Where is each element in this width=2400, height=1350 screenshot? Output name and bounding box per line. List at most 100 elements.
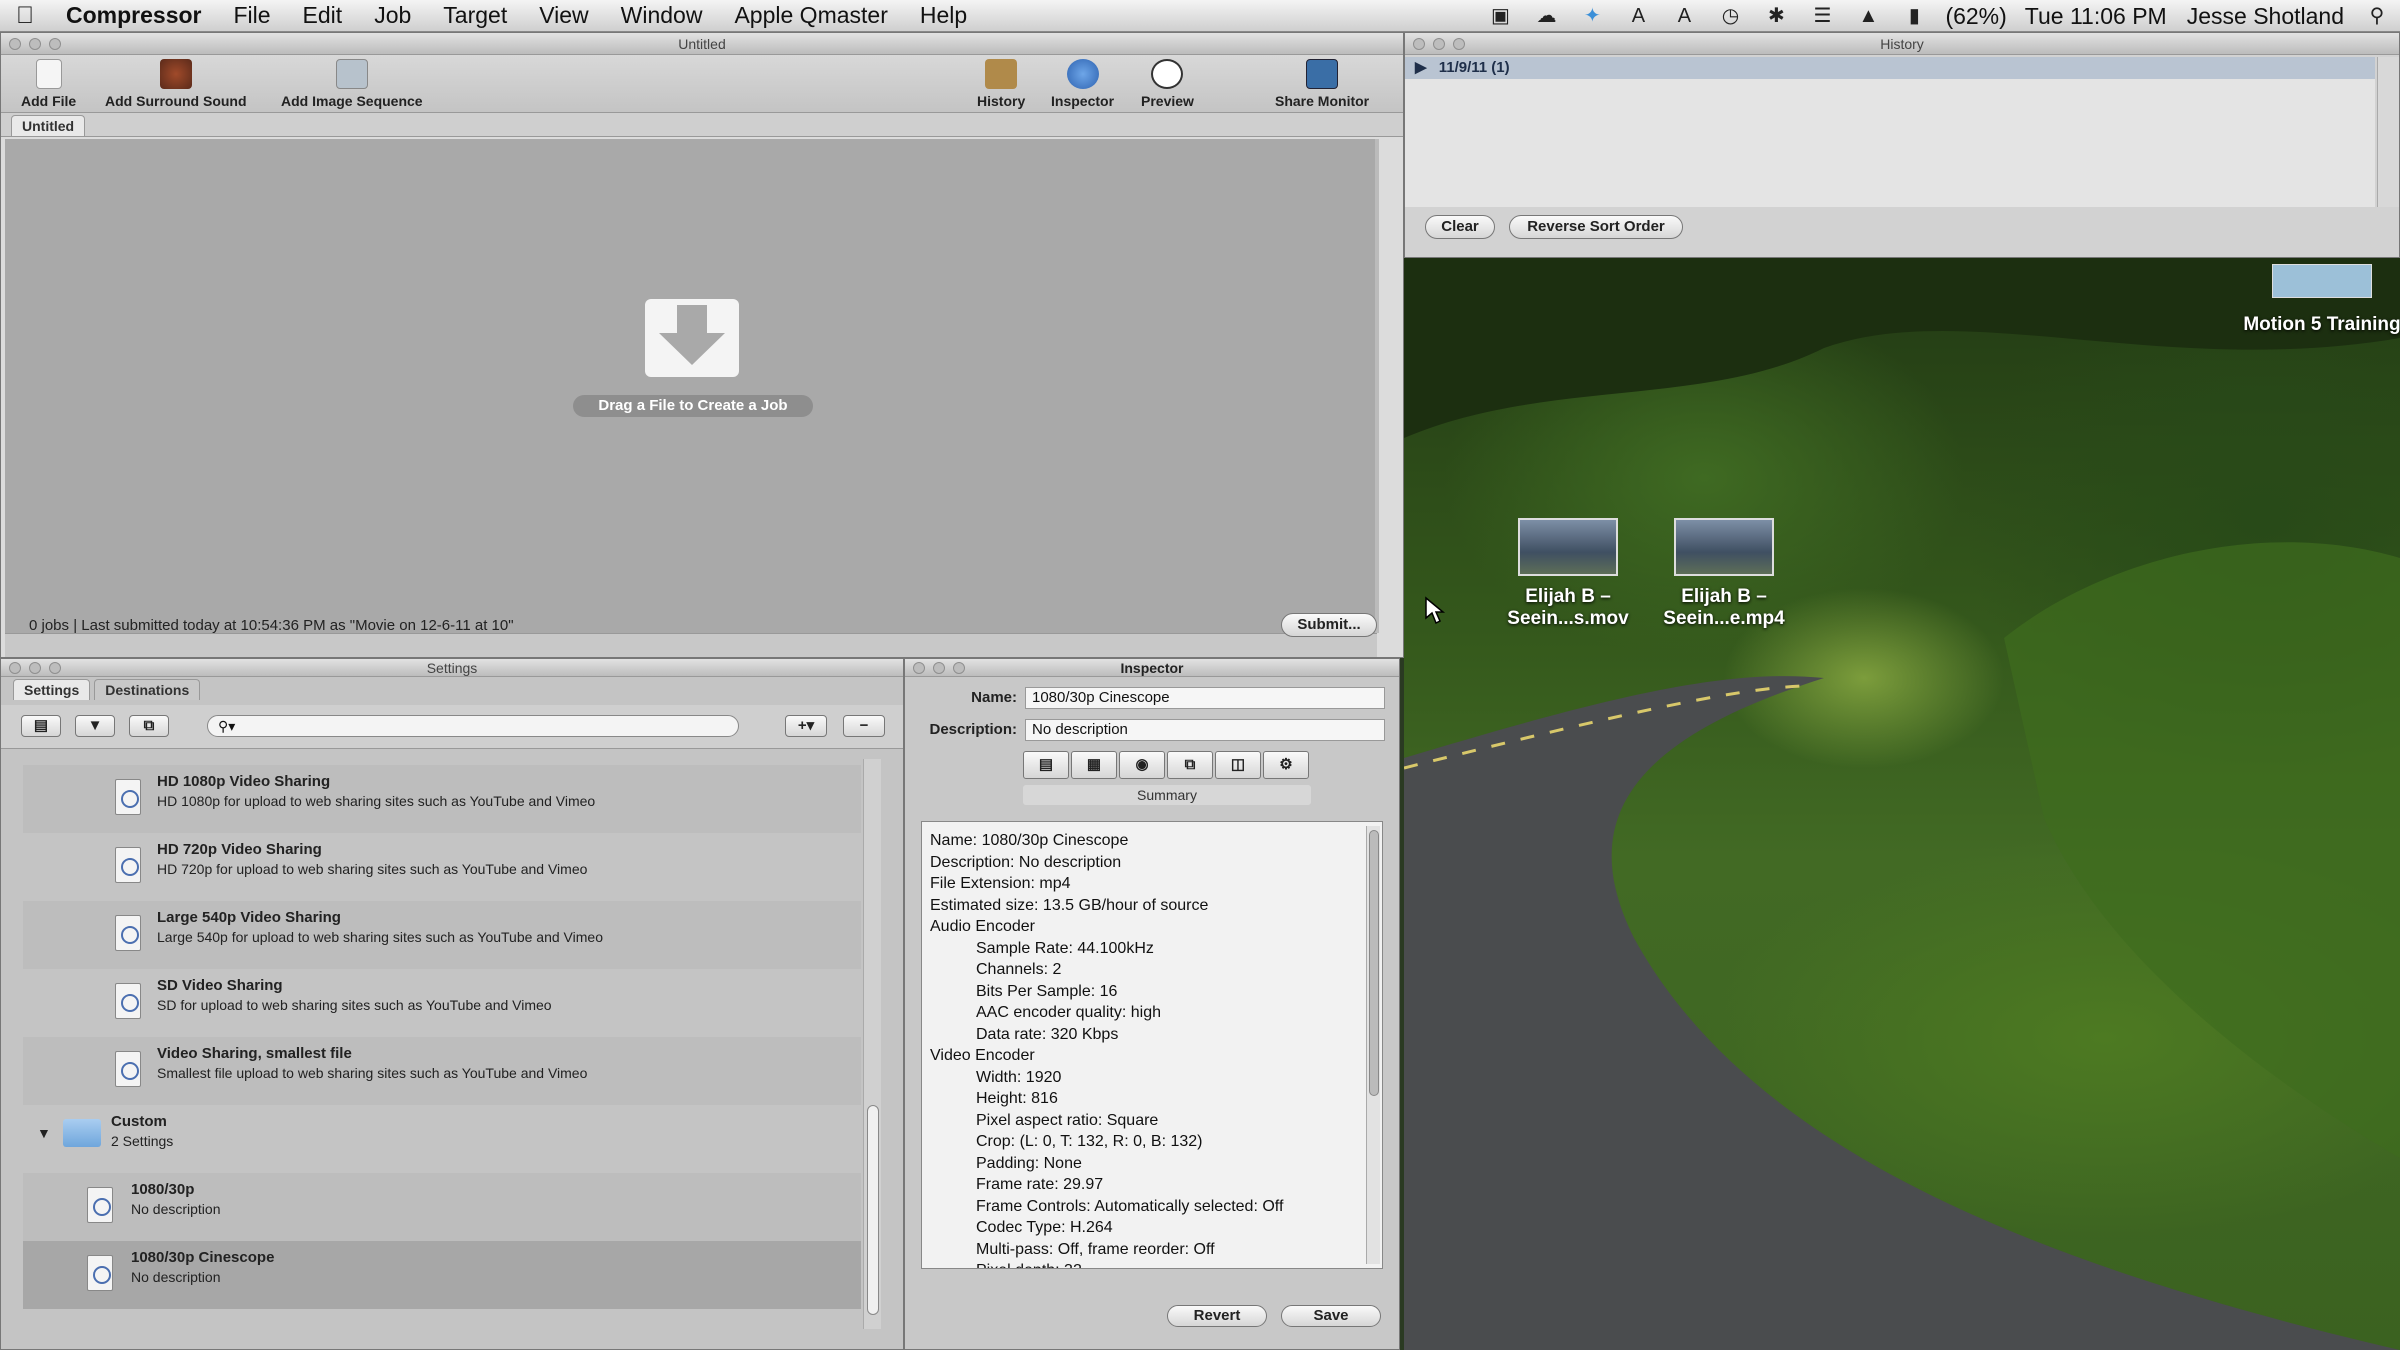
save-button[interactable]: Save [1281, 1305, 1381, 1327]
volume-icon[interactable]: ▲ [1853, 5, 1883, 27]
remove-setting-button[interactable]: − [843, 715, 885, 737]
batch-area[interactable]: Drag a File to Create a Job [5, 139, 1379, 633]
menu-view[interactable]: View [523, 2, 604, 29]
desktop-file-mov[interactable]: Elijah B – Seein...s.mov [1488, 518, 1648, 630]
revert-button[interactable]: Revert [1167, 1305, 1267, 1327]
cloud-icon[interactable]: ☁ [1531, 5, 1561, 27]
settings-scrollbar[interactable] [863, 759, 881, 1329]
wifi-icon[interactable]: ☰ [1807, 5, 1837, 27]
desktop-file-mp4[interactable]: Elijah B – Seein...e.mp4 [1644, 518, 1804, 630]
preview-button[interactable]: Preview [1141, 59, 1194, 109]
list-item[interactable]: Video Sharing, smallest file Smallest fi… [23, 1037, 861, 1105]
menu-edit[interactable]: Edit [287, 2, 359, 29]
add-surround-sound-button[interactable]: Add Surround Sound [105, 59, 247, 109]
close-button[interactable] [9, 38, 21, 50]
menubar-clock[interactable]: Tue 11:06 PM [2015, 3, 2177, 30]
adobe-updater-icon[interactable]: A [1669, 5, 1699, 27]
apple-logo-icon[interactable]:  [0, 2, 50, 30]
list-item[interactable]: HD 1080p Video Sharing HD 1080p for uplo… [23, 765, 861, 833]
geometry-tab-icon[interactable]: ◫ [1215, 751, 1261, 779]
adobe-icon[interactable]: A [1623, 5, 1653, 27]
scroll-thumb[interactable] [1369, 830, 1379, 1096]
actions-tab-icon[interactable]: ⚙ [1263, 751, 1309, 779]
name-field[interactable]: 1080/30p Cinescope [1025, 687, 1385, 709]
menu-apple-qmaster[interactable]: Apple Qmaster [718, 2, 903, 29]
list-item[interactable]: Large 540p Video Sharing Large 540p for … [23, 901, 861, 969]
add-image-seq-label: Add Image Sequence [281, 93, 423, 109]
twitter-bird-icon[interactable]: ✦ [1577, 5, 1607, 27]
list-item[interactable]: HD 720p Video Sharing HD 720p for upload… [23, 833, 861, 901]
encoder-tab-icon[interactable]: ▦ [1071, 751, 1117, 779]
menu-help[interactable]: Help [904, 2, 983, 29]
custom-group-row[interactable]: ▼ Custom 2 Settings [23, 1105, 861, 1173]
tab-untitled[interactable]: Untitled [11, 115, 86, 136]
reverse-sort-order-button[interactable]: Reverse Sort Order [1509, 215, 1683, 239]
motion-folder-icon[interactable] [2272, 264, 2372, 298]
summary-tab-label[interactable]: Summary [1023, 785, 1311, 805]
disclosure-triangle-icon[interactable]: ▶ [1415, 59, 1427, 76]
share-monitor-button[interactable]: Share Monitor [1275, 59, 1369, 109]
history-scrollbar[interactable] [2377, 57, 2399, 207]
zoom-button[interactable] [953, 662, 965, 674]
history-row-label: 11/9/11 (1) [1438, 59, 1510, 76]
scroll-thumb[interactable] [867, 1105, 879, 1315]
summary-line: Pixel aspect ratio: Square [976, 1111, 1159, 1129]
history-row[interactable]: ▶ 11/9/11 (1) [1405, 57, 2375, 79]
description-field[interactable]: No description [1025, 719, 1385, 741]
menubar-user[interactable]: Jesse Shotland [2177, 3, 2354, 30]
tab-destinations[interactable]: Destinations [94, 679, 201, 700]
battery-icon[interactable]: ▮ [1899, 5, 1929, 27]
frame-controls-tab-icon[interactable]: ◉ [1119, 751, 1165, 779]
time-machine-icon[interactable]: ◷ [1715, 5, 1745, 27]
list-item[interactable]: 1080/30p No description [23, 1173, 861, 1241]
list-item[interactable]: SD Video Sharing SD for upload to web sh… [23, 969, 861, 1037]
duplicate-icon[interactable]: ⧉ [129, 715, 169, 737]
list-item-selected[interactable]: 1080/30p Cinescope No description [23, 1241, 861, 1309]
setting-description: HD 1080p for upload to web sharing sites… [157, 793, 596, 809]
menu-compressor[interactable]: Compressor [50, 2, 217, 29]
close-button[interactable] [1413, 38, 1425, 50]
disclosure-triangle-icon[interactable]: ▼ [37, 1125, 51, 1141]
summary-tab-icon[interactable]: ▤ [1023, 751, 1069, 779]
preview-label: Preview [1141, 93, 1194, 109]
zoom-button[interactable] [49, 38, 61, 50]
summary-line: Pixel depth: 32 [930, 1260, 1382, 1268]
add-setting-button[interactable]: +▾ [785, 715, 827, 737]
minimize-button[interactable] [29, 38, 41, 50]
window-controls [9, 38, 61, 50]
close-button[interactable] [9, 662, 21, 674]
zoom-button[interactable] [1453, 38, 1465, 50]
spotlight-search-icon[interactable]: ⚲ [2362, 5, 2392, 27]
batch-scrollbar[interactable] [1375, 139, 1379, 633]
summary-line: Frame rate: 29.97 [976, 1176, 1104, 1193]
minimize-button[interactable] [29, 662, 41, 674]
menu-file[interactable]: File [217, 2, 286, 29]
clear-button[interactable]: Clear [1425, 215, 1495, 239]
close-button[interactable] [913, 662, 925, 674]
add-image-sequence-button[interactable]: Add Image Sequence [281, 59, 423, 109]
menu-target[interactable]: Target [427, 2, 523, 29]
menu-job[interactable]: Job [358, 2, 427, 29]
screen-record-icon[interactable]: ▣ [1485, 5, 1515, 27]
add-file-button[interactable]: Add File [21, 59, 76, 109]
drop-hint: Drag a File to Create a Job [573, 395, 813, 417]
new-folder-icon[interactable]: ▤ [21, 715, 61, 737]
history-button[interactable]: History [977, 59, 1025, 109]
minimize-button[interactable] [1433, 38, 1445, 50]
setting-description: HD 720p for upload to web sharing sites … [157, 861, 588, 877]
summary-line: Codec Type: H.264 [976, 1219, 1113, 1236]
bluetooth-icon[interactable]: ✱ [1761, 5, 1791, 27]
setting-description: No description [131, 1201, 221, 1217]
settings-search-input[interactable]: ⚲▾ [207, 715, 739, 737]
filter-icon[interactable]: ▼ [75, 715, 115, 737]
motion-training-label[interactable]: Motion 5 Training [2242, 314, 2400, 336]
inspector-button[interactable]: Inspector [1051, 59, 1114, 109]
submit-button[interactable]: Submit... [1281, 613, 1377, 637]
battery-percent[interactable]: (62%) [1937, 3, 2014, 30]
zoom-button[interactable] [49, 662, 61, 674]
menu-window[interactable]: Window [605, 2, 719, 29]
tab-settings[interactable]: Settings [13, 679, 91, 700]
minimize-button[interactable] [933, 662, 945, 674]
summary-scrollbar[interactable] [1366, 826, 1380, 1264]
filters-tab-icon[interactable]: ⧉ [1167, 751, 1213, 779]
